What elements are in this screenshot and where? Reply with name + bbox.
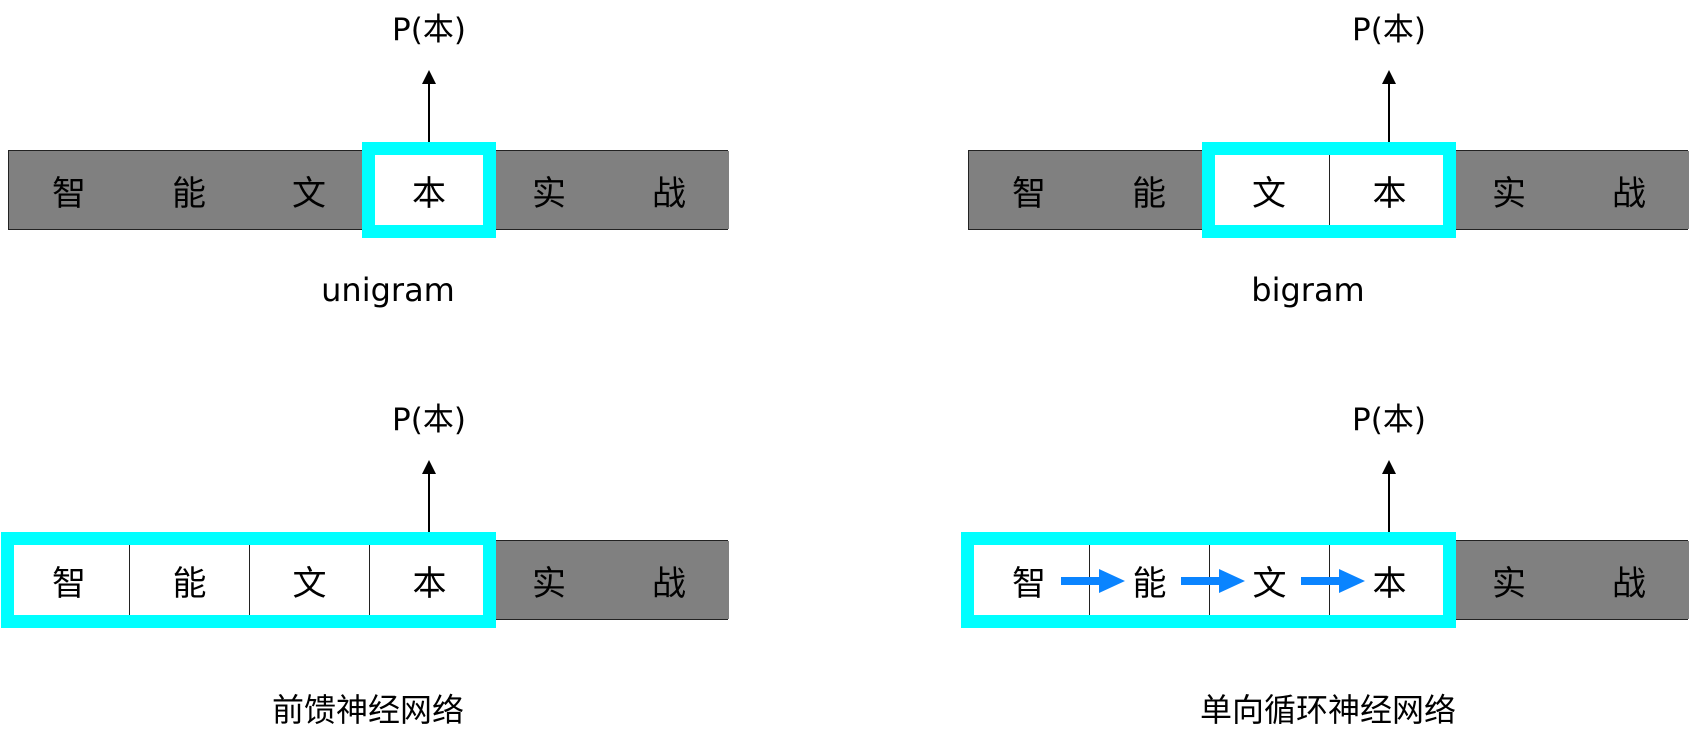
token-text: 能 bbox=[1132, 173, 1166, 214]
recurrent-arrow-icon bbox=[1301, 569, 1365, 593]
output-arrow-icon bbox=[422, 70, 436, 145]
output-probability-label: P(本) bbox=[1352, 12, 1426, 48]
token-text: 能 bbox=[1132, 563, 1167, 604]
token-text: 本 bbox=[1372, 563, 1407, 604]
token-text: 文 bbox=[1252, 563, 1287, 604]
token-text: 文 bbox=[1252, 173, 1286, 214]
token-cell: 智 bbox=[9, 151, 129, 229]
token-text: 战 bbox=[1612, 173, 1646, 214]
output-probability-label: P(本) bbox=[392, 12, 466, 48]
output-probability-label: P(本) bbox=[1352, 402, 1426, 438]
token-cell-target: 本 bbox=[369, 541, 489, 619]
token-text: 战 bbox=[652, 563, 686, 604]
token-cell: 实 bbox=[489, 541, 609, 619]
token-cell-context: 文 bbox=[249, 541, 369, 619]
token-cell: 实 bbox=[1449, 151, 1569, 229]
output-arrow-icon bbox=[1382, 460, 1396, 535]
token-text: 智 bbox=[52, 563, 86, 604]
token-cell: 文 bbox=[249, 151, 369, 229]
token-cell: 实 bbox=[489, 151, 609, 229]
token-text: 本 bbox=[412, 173, 446, 214]
panel-caption: unigram bbox=[321, 271, 455, 309]
token-text: 智 bbox=[52, 173, 86, 214]
output-arrow-icon bbox=[1382, 70, 1396, 145]
token-cell-context: 能 bbox=[129, 541, 249, 619]
token-text: 实 bbox=[532, 563, 566, 604]
panel-ffnn: P(本) 智 能 文 本 实 战 前馈神经网络 bbox=[0, 390, 845, 742]
recurrent-arrow-icon bbox=[1061, 569, 1125, 593]
token-strip: 智 能 文 本 实 战 bbox=[8, 150, 729, 230]
token-strip: 智 能 文 本 实 战 bbox=[8, 540, 729, 620]
token-text: 文 bbox=[292, 173, 326, 214]
token-text: 实 bbox=[1492, 173, 1526, 214]
panel-caption: 前馈神经网络 bbox=[271, 691, 464, 729]
token-strip: 智 能 文 本 实 战 bbox=[968, 150, 1689, 230]
token-cell-target: 本 bbox=[1329, 151, 1449, 229]
token-text: 实 bbox=[532, 173, 566, 214]
token-cell-target: 本 bbox=[369, 151, 489, 229]
token-text: 战 bbox=[652, 173, 686, 214]
token-text: 实 bbox=[1492, 563, 1526, 604]
token-cell: 能 bbox=[129, 151, 249, 229]
panel-caption: bigram bbox=[1251, 271, 1365, 309]
token-text: 本 bbox=[412, 563, 447, 604]
token-text: 智 bbox=[1012, 563, 1046, 604]
token-cell-context: 智 bbox=[9, 541, 129, 619]
token-text: 战 bbox=[1612, 563, 1646, 604]
token-text: 文 bbox=[292, 563, 327, 604]
recurrent-arrow-icon bbox=[1181, 569, 1245, 593]
token-cell: 智 bbox=[969, 151, 1089, 229]
token-text: 能 bbox=[172, 563, 207, 604]
panel-rnn: P(本) 智 能 文 本 实 战 单向循环神经网络 bbox=[960, 390, 1690, 742]
output-arrow-icon bbox=[422, 460, 436, 535]
token-cell: 战 bbox=[609, 541, 729, 619]
token-text: 智 bbox=[1012, 173, 1046, 214]
token-cell: 实 bbox=[1449, 541, 1569, 619]
token-text: 能 bbox=[172, 173, 206, 214]
output-probability-label: P(本) bbox=[392, 402, 466, 438]
token-cell: 战 bbox=[1569, 541, 1689, 619]
token-cell: 战 bbox=[609, 151, 729, 229]
token-cell: 战 bbox=[1569, 151, 1689, 229]
panel-bigram: P(本) 智 能 文 本 实 战 bigram bbox=[960, 0, 1690, 371]
token-cell: 能 bbox=[1089, 151, 1209, 229]
token-text: 本 bbox=[1372, 173, 1407, 214]
panel-caption: 单向循环神经网络 bbox=[1199, 691, 1456, 729]
token-cell-context: 文 bbox=[1209, 151, 1329, 229]
panel-unigram: P(本) 智 能 文 本 实 战 unigram bbox=[0, 0, 845, 371]
